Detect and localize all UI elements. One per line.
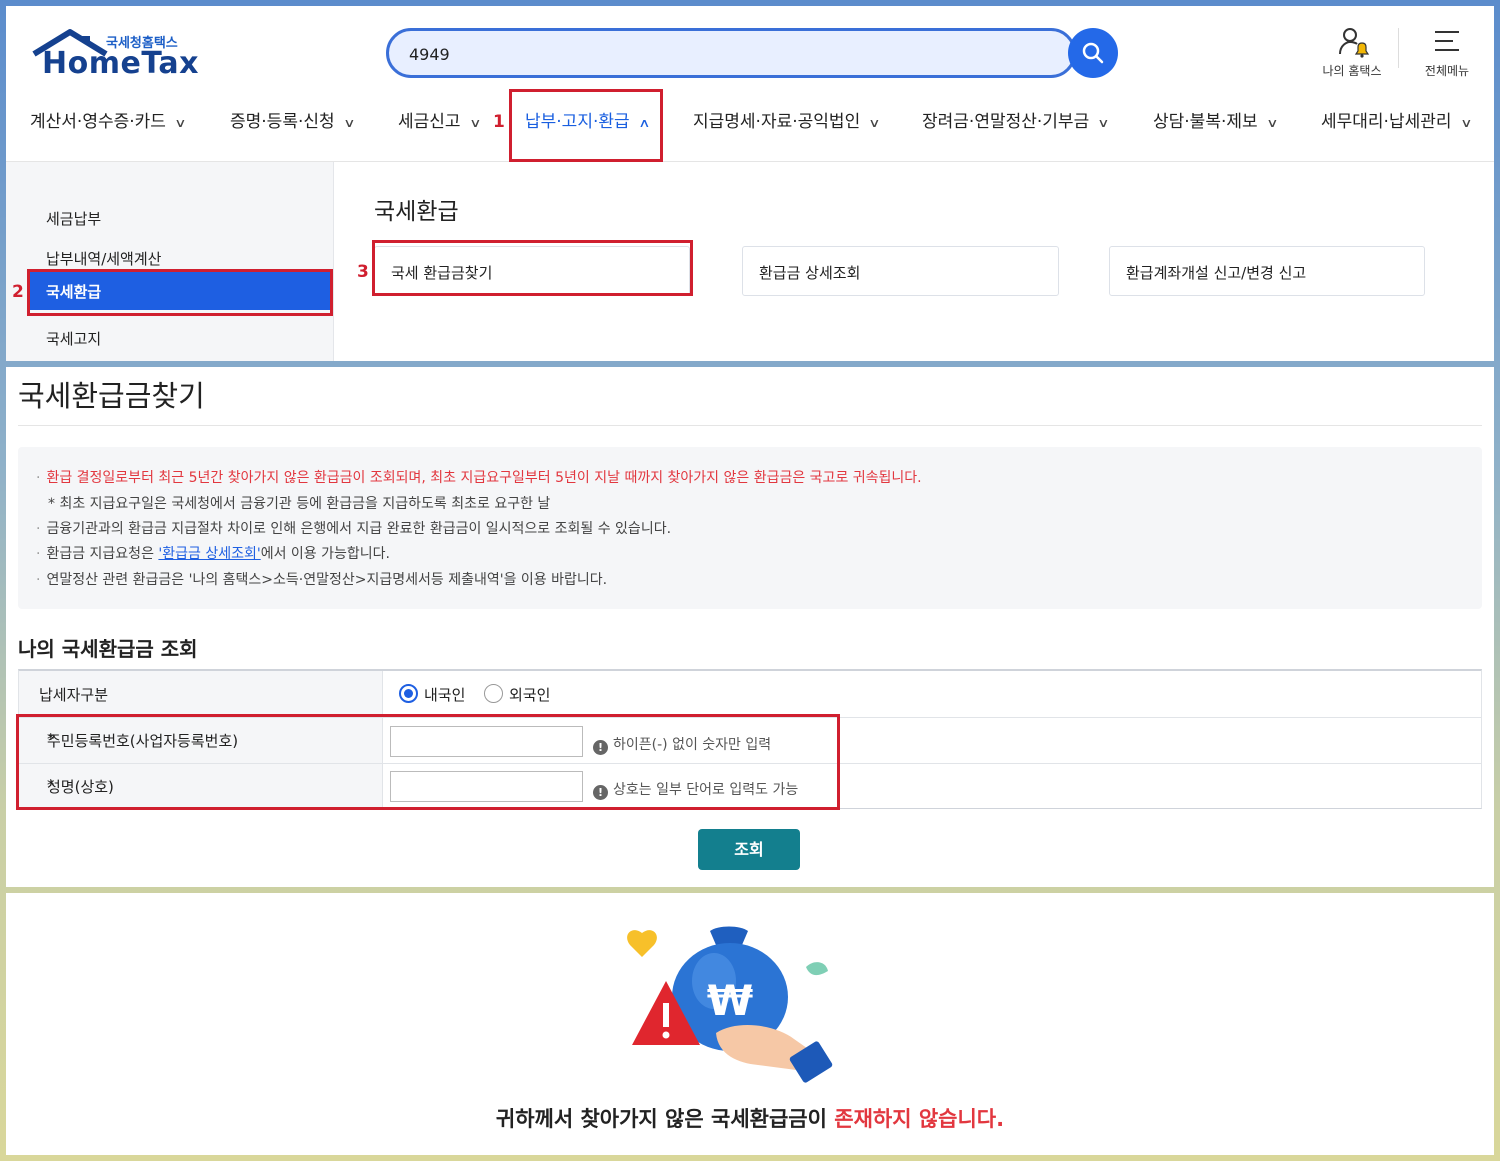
gnb-label: 계산서·영수증·카드 — [30, 112, 166, 132]
search-button[interactable] — [1068, 28, 1118, 78]
title-divider — [18, 425, 1482, 426]
card-refund-detail-label: 환급금 상세조회 — [759, 264, 861, 282]
section-title: 나의 국세환급금 조회 — [18, 637, 198, 661]
radio-domestic-label[interactable]: 내국인 — [424, 684, 465, 705]
search-input[interactable]: 4949 — [386, 28, 1076, 78]
form-highlight — [16, 714, 840, 810]
gnb-item-tax-return[interactable]: 세금신고 ∨ — [398, 104, 482, 144]
my-hometax-label: 나의 홈택스 — [1322, 64, 1382, 78]
notice-text: 금융기관과의 환급금 지급절차 차이로 인해 은행에서 지급 완료한 환급금이 … — [46, 521, 672, 537]
result-highlight: 존재하지 않습니다. — [834, 1107, 1005, 1131]
result-text: 귀하께서 찾아가지 않은 국세환급금이 — [495, 1107, 835, 1131]
hamburger-icon — [1435, 31, 1459, 51]
submenu-title: 국세환급 — [374, 199, 459, 225]
notice-box: · 환급 결정일로부터 최근 5년간 찾아가지 않은 환급금이 조회되며, 최초 … — [18, 447, 1482, 609]
step-highlight-2 — [27, 269, 333, 316]
gnb-label: 장려금·연말정산·기부금 — [922, 112, 1090, 132]
step-number-1: 1 — [493, 112, 505, 132]
gnb-item-statements[interactable]: 지급명세·자료·공익법인 ∨ — [693, 104, 881, 144]
notice-line-2: * 최초 지급요구일은 국세청에서 금융기관 등에 환급금을 지급하도록 최초로… — [48, 493, 550, 513]
notice-text: 환급금 지급요청은 — [46, 546, 154, 562]
chevron-down-icon: ∨ — [1265, 116, 1279, 130]
result-panel: ₩ 귀하께서 찾아가지 않은 국세환급금이 존재하지 않습니다. — [6, 893, 1494, 1155]
card-refund-account[interactable]: 환급계좌개설 신고/변경 신고 — [1109, 246, 1425, 296]
chevron-down-icon: ∨ — [174, 116, 187, 130]
query-button[interactable]: 조회 — [698, 829, 800, 870]
notice-text: 환급 결정일로부터 최근 5년간 찾아가지 않은 환급금이 조회되며, 최초 지… — [46, 470, 922, 486]
taxpayer-type-label: 납세자구분 — [39, 686, 109, 704]
all-menu-label: 전체메뉴 — [1424, 64, 1470, 78]
notice-line-1: · 환급 결정일로부터 최근 5년간 찾아가지 않은 환급금이 조회되며, 최초 … — [36, 470, 922, 486]
chevron-down-icon: ∨ — [868, 116, 881, 130]
hometax-menu-panel: 국세청홈택스 HomeTax 4949 나의 홈택스 전체메뉴 계산서·영수증·… — [6, 6, 1494, 361]
taxpayer-type-header: 납세자구분 — [19, 671, 383, 717]
chevron-down-icon: ∨ — [1097, 116, 1110, 130]
step-highlight-1 — [509, 89, 663, 162]
chevron-down-icon: ∨ — [1459, 116, 1473, 130]
card-refund-detail[interactable]: 환급금 상세조회 — [742, 246, 1059, 296]
global-nav: 계산서·영수증·카드 ∨ 증명·등록·신청 ∨ 세금신고 ∨ 납부·고지·환급 ∧ 지급… — [6, 104, 1494, 144]
hometax-logo[interactable]: 국세청홈택스 HomeTax — [30, 28, 199, 88]
notice-line-5: · 연말정산 관련 환급금은 '나의 홈택스>소득·연말정산>지급명세서등 제출내… — [36, 572, 608, 588]
left-nav: 세금납부 납부내역/세액계산 국세환급 국세고지 — [6, 162, 334, 361]
gnb-label: 상담·불복·제보 — [1153, 112, 1258, 132]
gnb-label: 지급명세·자료·공익법인 — [693, 112, 861, 132]
chevron-down-icon: ∨ — [468, 116, 482, 130]
lnb-item-notice[interactable]: 국세고지 — [46, 328, 101, 349]
gnb-item-agent[interactable]: 세무대리·납세관리 ∨ — [1321, 104, 1473, 144]
notice-text: 연말정산 관련 환급금은 '나의 홈택스>소득·연말정산>지급명세서등 제출내역… — [46, 572, 608, 588]
search-input-value: 4949 — [409, 45, 450, 64]
radio-foreign[interactable] — [484, 684, 503, 703]
all-menu-button[interactable]: 전체메뉴 — [1412, 26, 1482, 82]
notice-text: * 최초 지급요구일은 국세청에서 금융기관 등에 환급금을 지급하도록 최초로… — [48, 496, 551, 512]
notice-line-4: · 환급금 지급요청은 '환급금 상세조회'에서 이용 가능합니다. — [36, 546, 390, 562]
gnb-item-incentive[interactable]: 장려금·연말정산·기부금 ∨ — [922, 104, 1110, 144]
search-bar: 4949 — [386, 28, 1118, 78]
user-bell-icon — [1339, 28, 1370, 58]
logo-title: HomeTax — [42, 46, 200, 81]
money-bag-hand-illustration: ₩ — [627, 926, 833, 1083]
header-divider — [1398, 28, 1399, 68]
refund-search-panel: 국세환급금찾기 · 환급 결정일로부터 최근 5년간 찾아가지 않은 환급금이 조… — [6, 367, 1494, 887]
lnb-item-payment-history[interactable]: 납부내역/세액계산 — [46, 248, 161, 269]
step-highlight-3 — [372, 240, 693, 296]
chevron-down-icon: ∨ — [342, 116, 356, 130]
result-message: 귀하께서 찾아가지 않은 국세환급금이 존재하지 않습니다. — [6, 1103, 1494, 1133]
gnb-label: 세무대리·납세관리 — [1321, 112, 1452, 132]
page-title: 국세환급금찾기 — [18, 379, 205, 413]
gnb-label: 증명·등록·신청 — [230, 112, 335, 132]
gnb-item-invoice[interactable]: 계산서·영수증·카드 ∨ — [30, 104, 187, 144]
lnb-item-tax-payment[interactable]: 세금납부 — [46, 208, 101, 229]
radio-domestic[interactable] — [399, 684, 418, 703]
radio-foreign-label[interactable]: 외국인 — [509, 684, 550, 705]
refund-detail-link[interactable]: '환급금 상세조회' — [158, 546, 260, 562]
card-refund-account-label: 환급계좌개설 신고/변경 신고 — [1126, 264, 1307, 282]
gnb-item-consult[interactable]: 상담·불복·제보 ∨ — [1153, 104, 1279, 144]
my-hometax-button[interactable]: 나의 홈택스 — [1312, 26, 1392, 82]
step-number-3: 3 — [357, 262, 369, 282]
svg-text:₩: ₩ — [707, 976, 753, 1025]
notice-line-3: · 금융기관과의 환급금 지급절차 차이로 인해 은행에서 지급 완료한 환급금이… — [36, 521, 672, 537]
gnb-label: 세금신고 — [398, 112, 461, 132]
step-number-2: 2 — [12, 282, 24, 302]
notice-text: 에서 이용 가능합니다. — [260, 546, 390, 562]
search-icon — [1082, 42, 1104, 64]
gnb-item-certificate[interactable]: 증명·등록·신청 ∨ — [230, 104, 356, 144]
